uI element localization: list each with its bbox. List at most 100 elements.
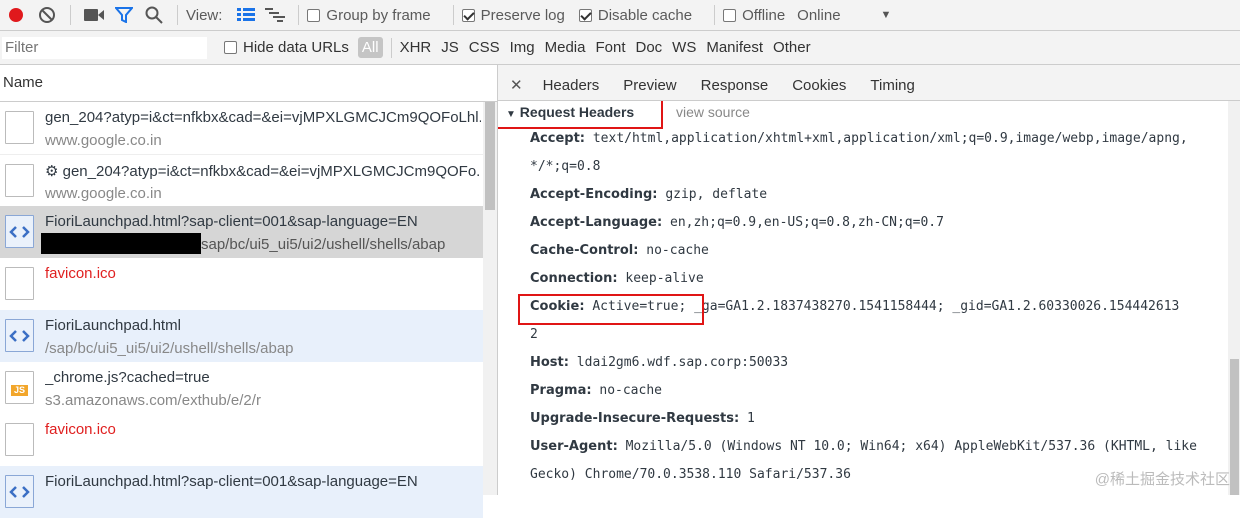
view-label: View: — [186, 6, 223, 24]
group-by-frame-checkbox[interactable]: Group by frame — [307, 7, 431, 24]
header-key: Upgrade-Insecure-Requests: — [530, 411, 740, 426]
scrollbar-thumb[interactable] — [1230, 359, 1239, 495]
request-name: _chrome.js?cached=true — [45, 369, 210, 386]
checkbox-box[interactable] — [307, 8, 321, 22]
type-filter-ws[interactable]: WS — [672, 39, 696, 56]
network-toolbar: View: Group by frame Preserve log Disabl… — [0, 0, 1240, 31]
redacted-block — [41, 233, 201, 254]
scrollbar-thumb[interactable] — [485, 102, 495, 210]
type-filter-img[interactable]: Img — [510, 39, 535, 56]
close-icon[interactable]: ✕ — [498, 76, 531, 100]
clear-icon[interactable] — [32, 0, 62, 30]
tab-response[interactable]: Response — [689, 77, 781, 100]
highlight-box — [498, 101, 663, 129]
request-name: FioriLaunchpad.html?sap-client=001&sap-l… — [45, 473, 418, 490]
search-icon[interactable] — [139, 0, 169, 30]
type-filter-css[interactable]: CSS — [469, 39, 500, 56]
checkbox-box[interactable] — [578, 8, 592, 22]
preserve-log-label: Preserve log — [480, 6, 565, 24]
record-icon[interactable] — [0, 0, 32, 30]
request-domain: www.google.co.in — [45, 185, 162, 202]
file-icon — [5, 423, 34, 456]
camera-icon[interactable] — [79, 0, 109, 30]
toolbar-divider — [70, 5, 71, 25]
header-value: gzip, deflate — [665, 187, 768, 202]
request-row[interactable]: favicon.ico — [0, 414, 483, 466]
header-key: Pragma: — [530, 383, 592, 398]
checkbox-box[interactable] — [723, 8, 737, 22]
tab-headers[interactable]: Headers — [531, 77, 612, 100]
document-icon — [5, 215, 34, 248]
type-filter-doc[interactable]: Doc — [635, 39, 662, 56]
headers-content: ▼ Request Headers view source Accept: te… — [498, 101, 1226, 495]
disable-cache-checkbox[interactable]: Disable cache — [578, 6, 693, 24]
offline-checkbox[interactable]: Offline — [723, 7, 785, 24]
toolbar-divider — [714, 5, 716, 25]
request-row[interactable]: JS _chrome.js?cached=true s3.amazonaws.c… — [0, 362, 483, 414]
js-file-icon: JS — [5, 371, 34, 404]
request-domain: s3.amazonaws.com/exthub/e/2/r — [45, 392, 261, 409]
header-key: Cache-Control: — [530, 243, 639, 258]
header-value: ldai2gm6.wdf.sap.corp:50033 — [576, 355, 789, 370]
requests-scrollbar[interactable] — [483, 102, 497, 495]
tab-cookies[interactable]: Cookies — [780, 77, 858, 100]
header-line: Gecko) Chrome/70.0.3538.110 Safari/537.3… — [530, 467, 851, 482]
js-badge: JS — [11, 385, 28, 396]
header-value: text/html,application/xhtml+xml,applicat… — [592, 131, 1188, 146]
preserve-log-checkbox[interactable]: Preserve log — [461, 6, 565, 24]
type-filter-xhr[interactable]: XHR — [400, 39, 432, 56]
header-key: Accept: — [530, 131, 586, 146]
request-path: sap/bc/ui5_ui5/ui2/ushell/shells/abap — [201, 236, 446, 253]
header-line: Accept-Encoding: gzip, deflate — [530, 187, 767, 202]
header-line: */*;q=0.8 — [530, 159, 600, 174]
type-filter-font[interactable]: Font — [595, 39, 625, 56]
type-filter-media[interactable]: Media — [545, 39, 586, 56]
filter-input[interactable] — [2, 36, 207, 59]
header-value: keep-alive — [625, 271, 704, 286]
header-value: en,zh;q=0.9,en-US;q=0.8,zh-CN;q=0.7 — [670, 215, 944, 230]
request-row-selected[interactable]: FioriLaunchpad.html?sap-client=001&sap-l… — [0, 206, 483, 258]
request-name: gen_204?atyp=i&ct=nfkbx&cad=&ei=vjMPXLGM… — [45, 109, 481, 126]
type-filter-js[interactable]: JS — [441, 39, 459, 56]
request-name: FioriLaunchpad.html — [45, 317, 181, 334]
requests-pane: Name gen_204?atyp=i&ct=nfkbx&cad=&ei=vjM… — [0, 65, 498, 518]
waterfall-icon[interactable] — [260, 0, 290, 30]
request-row[interactable]: favicon.ico — [0, 258, 483, 310]
toolbar-divider — [298, 5, 300, 25]
tab-timing[interactable]: Timing — [858, 77, 926, 100]
checkbox-box[interactable] — [224, 41, 237, 54]
highlight-box — [518, 294, 704, 325]
header-value: */*;q=0.8 — [530, 159, 601, 174]
header-line: Accept: text/html,application/xhtml+xml,… — [530, 131, 1188, 146]
type-filter-other[interactable]: Other — [773, 39, 811, 56]
header-line: Accept-Language: en,zh;q=0.9,en-US;q=0.8… — [530, 215, 944, 230]
header-line: Pragma: no-cache — [530, 383, 662, 398]
header-value: Gecko) Chrome/70.0.3538.110 Safari/537.3… — [530, 467, 851, 482]
chevron-down-icon[interactable]: ▼ — [881, 9, 892, 21]
file-icon — [5, 111, 34, 144]
tab-preview[interactable]: Preview — [611, 77, 688, 100]
request-name: favicon.ico — [45, 421, 116, 438]
request-row[interactable]: gen_204?atyp=i&ct=nfkbx&cad=&ei=vjMPXLGM… — [0, 102, 483, 154]
view-source-link[interactable]: view source — [676, 104, 750, 120]
header-line: Cache-Control: no-cache — [530, 243, 709, 258]
headers-scrollbar[interactable] — [1228, 101, 1240, 495]
type-filter-manifest[interactable]: Manifest — [706, 39, 763, 56]
request-row[interactable]: FioriLaunchpad.html /sap/bc/ui5_ui5/ui2/… — [0, 310, 483, 362]
header-key: Accept-Encoding: — [530, 187, 658, 202]
request-row[interactable]: FioriLaunchpad.html?sap-client=001&sap-l… — [0, 466, 483, 518]
header-value: Mozilla/5.0 (Windows NT 10.0; Win64; x64… — [625, 439, 1197, 454]
header-line: Host: ldai2gm6.wdf.sap.corp:50033 — [530, 355, 788, 370]
header-line: Connection: keep-alive — [530, 271, 704, 286]
name-column-header[interactable]: Name — [0, 65, 497, 102]
disable-cache-label: Disable cache — [597, 6, 693, 24]
throttle-select[interactable]: Online — [797, 7, 840, 24]
request-name: ⚙ gen_204?atyp=i&ct=nfkbx&cad=&ei=vjMPXL… — [45, 163, 481, 180]
type-filter-all[interactable]: All — [357, 37, 383, 58]
request-row[interactable]: ⚙ gen_204?atyp=i&ct=nfkbx&cad=&ei=vjMPXL… — [0, 154, 483, 206]
checkbox-box[interactable] — [461, 8, 475, 22]
filter-icon[interactable] — [109, 0, 139, 30]
large-rows-icon[interactable] — [232, 0, 260, 30]
hide-data-urls-checkbox[interactable]: Hide data URLs — [224, 39, 349, 56]
toolbar-divider — [177, 5, 178, 25]
